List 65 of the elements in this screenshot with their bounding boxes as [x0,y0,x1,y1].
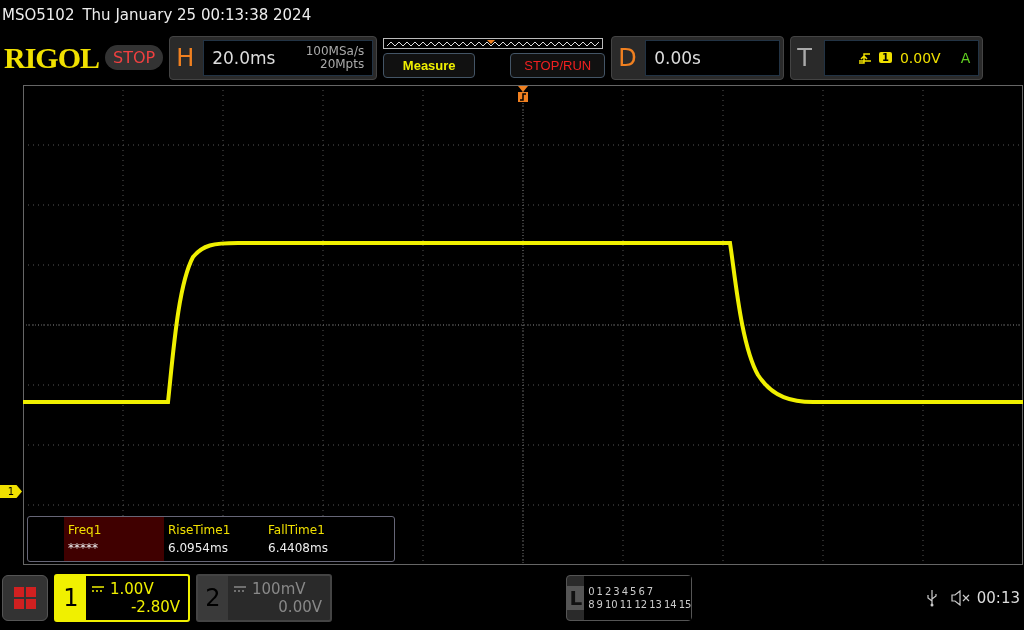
logic-channel-number: 12 [634,599,648,610]
trigger-panel[interactable]: T 1 0.00V A [790,35,984,80]
softkey-button[interactable]: Measure [383,52,476,78]
logic-channel-number: 4 [621,586,629,597]
channel-number: 1 [56,576,86,620]
brand-logo: RIGOL [4,40,100,75]
channel-scale: 1.00V [110,580,154,598]
logic-channel-number: 11 [619,599,633,610]
logic-channel-number: 2 [605,586,612,597]
trigger-label: T [797,43,813,72]
trigger-level: 0.00V [899,49,941,66]
delay-value: 0.00s [654,47,701,68]
logic-channel-number: 5 [630,586,637,597]
date-time: Thu January 25 00:13:38 2024 [82,6,312,24]
logic-channel-number: 1 [596,586,603,597]
channel-offset: -2.80V [130,598,180,616]
logic-channel-number: 3 [613,586,620,597]
measurement-item[interactable]: RiseTime1 6.0954ms [164,517,264,561]
clock-time: 00:13 [976,589,1020,607]
logic-label: L [567,586,585,610]
measurement-value: ***** [68,541,99,555]
logic-channel-number: 14 [663,599,677,610]
dc-coupling-icon [92,586,104,592]
dc-coupling-icon [234,586,246,592]
trigger-mode: A [960,49,971,66]
measurement-value: 6.4408ms [268,541,329,555]
logic-panel[interactable]: L 0 1 2 3 4 5 6 7 8 9 10 11 12 13 14 15 [566,575,693,621]
measurement-name: RiseTime1 [168,523,232,537]
softkey-button[interactable]: STOP/RUN [510,52,606,78]
logic-channel-number: 7 [646,586,654,597]
measurement-value: 6.0954ms [168,541,229,555]
measurement-name: FallTime1 [268,523,326,537]
rising-edge-icon [858,51,871,64]
measurement-item[interactable]: FallTime1 6.4408ms [264,517,364,561]
trigger-source-badge: 1 [878,52,892,63]
menu-button[interactable] [2,575,48,621]
channel-scale: 100mV [252,580,306,598]
horizontal-panel[interactable]: H 20.0ms 100MSa/s 20Mpts [169,35,378,80]
delay-label: D [618,43,638,72]
logic-channel-number: 6 [638,586,645,597]
model-name: MSO5102 [2,6,75,24]
delay-panel[interactable]: D 0.00s [611,35,785,80]
logic-channel-number: 10 [605,599,618,610]
speaker-muted-icon [950,590,971,606]
usb-icon [926,589,937,607]
measurement-name: Freq1 [68,523,103,537]
logic-channel-number: 9 [596,599,603,610]
channel-panel[interactable]: 2 100mV 0.00V [196,574,332,622]
waveform-overview-icon [383,37,604,50]
channel-offset: 0.00V [278,598,322,616]
sample-rate: 100MSa/s [305,44,365,58]
memory-depth: 20Mpts [320,57,365,71]
channel-panel[interactable]: 1 1.00V -2.80V [54,574,190,622]
run-state-badge: STOP [105,45,164,70]
logic-channel-number: 13 [649,599,662,610]
trigger-position-icon [517,85,529,103]
logic-channel-number: 8 [588,599,595,610]
channel-ground-marker[interactable]: 1 [0,485,22,498]
grid-icon [14,587,36,609]
horizontal-label: H [176,43,196,72]
logic-channel-number: 15 [678,599,692,610]
logic-channel-number: 0 [588,586,595,597]
timebase-value: 20.0ms [212,47,276,68]
measurement-item[interactable]: Freq1 ***** [64,517,164,561]
channel-number: 2 [198,576,228,620]
